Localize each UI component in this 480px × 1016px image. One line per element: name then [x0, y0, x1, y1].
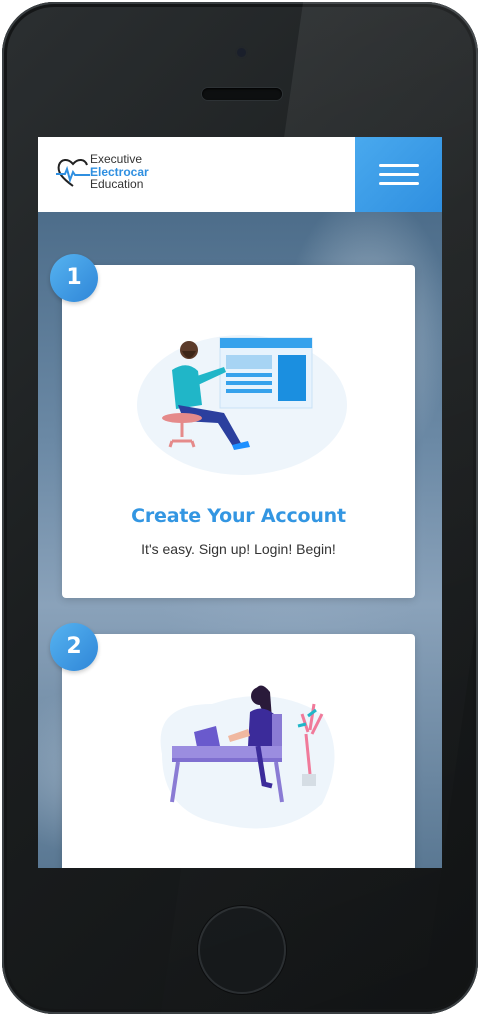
- step-1-badge: 1: [50, 254, 98, 302]
- step-card-2: [62, 634, 415, 868]
- woman-at-laptop-illustration: [160, 685, 335, 829]
- camera-icon: [237, 48, 246, 57]
- site-header: Executive Electrocar Education: [38, 137, 442, 212]
- man-at-whiteboard-illustration: [137, 335, 347, 475]
- logo-line-1: Executive: [90, 152, 143, 166]
- home-button[interactable]: [198, 906, 286, 994]
- step-card-1: Create Your Account It's easy. Sign up! …: [62, 265, 415, 598]
- screen: Executive Electrocar Education Create Yo…: [38, 137, 442, 868]
- logo-line-3: Education: [90, 177, 144, 191]
- speaker-grille: [202, 88, 282, 100]
- menu-button[interactable]: [355, 137, 442, 212]
- step-2-badge: 2: [50, 623, 98, 671]
- logo-text: Executive Electrocar Education: [90, 153, 149, 191]
- heart-pulse-icon: [56, 159, 90, 187]
- step-1-description: It's easy. Sign up! Login! Begin!: [141, 541, 336, 557]
- logo[interactable]: Executive Electrocar Education: [56, 153, 166, 193]
- step-1-title: Create Your Account: [131, 505, 346, 527]
